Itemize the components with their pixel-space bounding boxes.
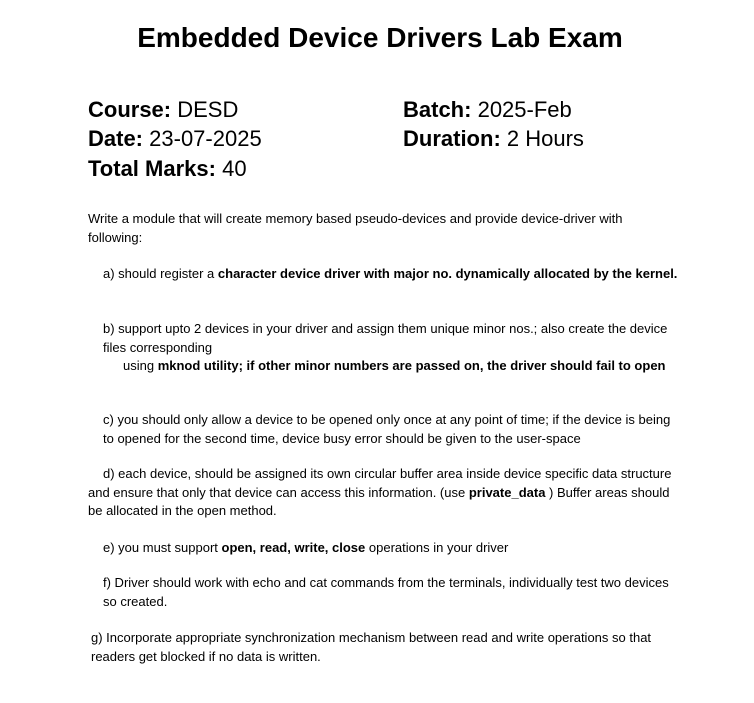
item-g-text: g) Incorporate appropriate synchronizati… <box>91 630 652 664</box>
item-f: f) Driver should work with echo and cat … <box>88 574 678 611</box>
item-b-text: b) support upto 2 devices in your driver… <box>103 321 668 355</box>
duration-label: Duration: <box>403 126 501 151</box>
course-line: Course: DESD <box>88 95 238 124</box>
batch-label: Batch: <box>403 97 472 122</box>
item-e-bold: open, read, write, close <box>221 540 366 555</box>
item-g: g) Incorporate appropriate synchronizati… <box>88 629 678 666</box>
item-e: e) you must support open, read, write, c… <box>88 539 678 558</box>
marks-label: Total Marks: <box>88 156 216 181</box>
date-label: Date: <box>88 126 144 151</box>
item-e-text2: operations in your driver <box>365 540 509 555</box>
batch-line: Batch: 2025-Feb <box>403 95 572 124</box>
course-value: DESD <box>177 97 239 122</box>
item-b-line2: using mknod utility; if other minor numb… <box>88 357 678 376</box>
item-c-text: c) you should only allow a device to be … <box>103 412 671 446</box>
page-title: Embedded Device Drivers Lab Exam <box>137 22 623 53</box>
item-b-bold: mknod utility; if other minor numbers ar… <box>157 358 666 373</box>
course-label: Course: <box>88 97 172 122</box>
item-b-text2: using <box>123 358 158 373</box>
intro-paragraph: Write a module that will create memory b… <box>88 211 623 245</box>
marks-value: 40 <box>222 156 247 181</box>
item-a-text: a) should register a <box>103 266 218 281</box>
item-f-text: f) Driver should work with echo and cat … <box>103 575 669 609</box>
date-value: 23-07-2025 <box>149 126 262 151</box>
item-d-bold: private_data <box>468 484 546 500</box>
item-a-bold: character device driver with major no. d… <box>217 266 678 281</box>
duration-line: Duration: 2 Hours <box>403 124 584 153</box>
item-a: a) should register a character device dr… <box>88 265 678 284</box>
item-c: c) you should only allow a device to be … <box>88 411 678 448</box>
duration-value: 2 Hours <box>506 126 584 151</box>
item-d: d) each device, should be assigned its o… <box>88 465 678 521</box>
batch-value: 2025-Feb <box>477 97 572 122</box>
item-e-text: e) you must support <box>103 540 222 555</box>
item-b: b) support upto 2 devices in your driver… <box>88 320 678 376</box>
marks-line: Total Marks: 40 <box>88 154 247 183</box>
date-line: Date: 23-07-2025 <box>88 124 262 153</box>
